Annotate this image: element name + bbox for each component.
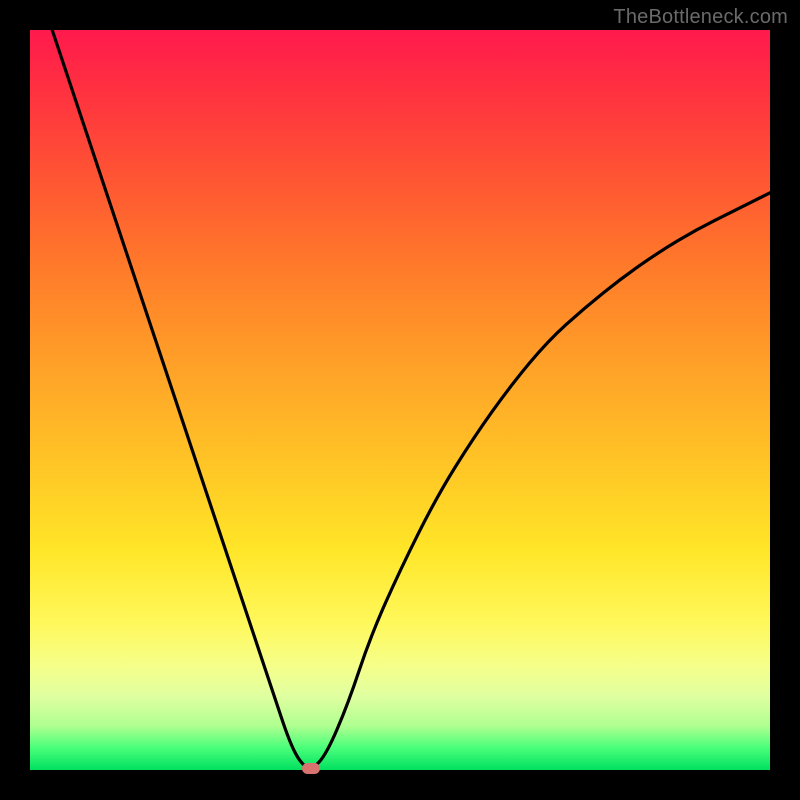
bottleneck-curve xyxy=(30,30,770,770)
watermark-text: TheBottleneck.com xyxy=(613,6,788,29)
optimal-point-marker xyxy=(302,763,320,774)
chart-frame: TheBottleneck.com xyxy=(0,0,800,800)
plot-area xyxy=(30,30,770,770)
